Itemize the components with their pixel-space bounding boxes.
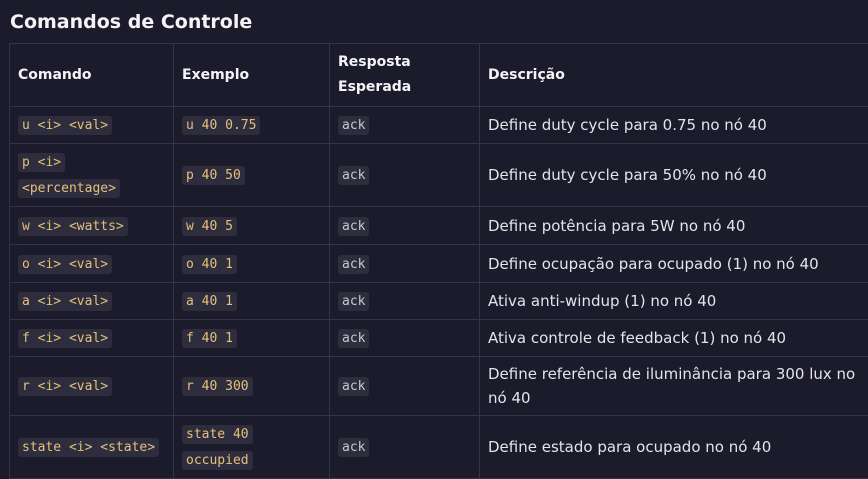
command-code: p <i> <percentage> — [18, 153, 120, 198]
example-cell: p 40 50 — [174, 144, 330, 207]
response-cell: ack — [330, 144, 480, 207]
response-code: ack — [338, 377, 369, 396]
description-cell: Define referência de iluminância para 30… — [480, 357, 868, 416]
command-code: a <i> <val> — [18, 292, 112, 311]
table-row: w <i> <watts> w 40 5 ack Define potência… — [10, 207, 868, 245]
example-cell: r 40 300 — [174, 357, 330, 416]
command-cell: f <i> <val> — [10, 320, 174, 357]
response-code: ack — [338, 166, 369, 185]
column-header-command: Comando — [10, 44, 174, 107]
page-title: Comandos de Controle — [10, 10, 252, 34]
table-row: o <i> <val> o 40 1 ack Define ocupação p… — [10, 245, 868, 283]
example-cell: a 40 1 — [174, 283, 330, 320]
command-cell: o <i> <val> — [10, 245, 174, 283]
column-header-response: Resposta Esperada — [330, 44, 480, 107]
table-row: r <i> <val> r 40 300 ack Define referênc… — [10, 357, 868, 416]
description-cell: Ativa anti-windup (1) no nó 40 — [480, 283, 868, 320]
description-cell: Define potência para 5W no nó 40 — [480, 207, 868, 245]
command-code: o <i> <val> — [18, 255, 112, 274]
command-cell: w <i> <watts> — [10, 207, 174, 245]
description-cell: Define estado para ocupado no nó 40 — [480, 416, 868, 479]
response-cell: ack — [330, 416, 480, 479]
example-code: a 40 1 — [182, 292, 237, 311]
command-code: f <i> <val> — [18, 329, 112, 348]
example-code: p 40 50 — [182, 166, 245, 185]
column-header-description: Descrição — [480, 44, 868, 107]
command-cell: state <i> <state> — [10, 416, 174, 479]
description-cell: Define ocupação para ocupado (1) no nó 4… — [480, 245, 868, 283]
example-cell: w 40 5 — [174, 207, 330, 245]
column-header-example: Exemplo — [174, 44, 330, 107]
example-cell: f 40 1 — [174, 320, 330, 357]
example-cell: state 40 occupied — [174, 416, 330, 479]
response-cell: ack — [330, 207, 480, 245]
response-code: ack — [338, 255, 369, 274]
command-cell: r <i> <val> — [10, 357, 174, 416]
command-code: r <i> <val> — [18, 377, 112, 396]
example-code: r 40 300 — [182, 377, 253, 396]
table-row: a <i> <val> a 40 1 ack Ativa anti-windup… — [10, 283, 868, 320]
command-cell: u <i> <val> — [10, 107, 174, 144]
response-cell: ack — [330, 245, 480, 283]
command-code: u <i> <val> — [18, 116, 112, 135]
response-cell: ack — [330, 320, 480, 357]
response-cell: ack — [330, 283, 480, 320]
command-code: state <i> <state> — [18, 438, 159, 457]
example-code: state 40 occupied — [182, 425, 253, 470]
response-code: ack — [338, 438, 369, 457]
description-cell: Define duty cycle para 50% no nó 40 — [480, 144, 868, 207]
table-header-row: Comando Exemplo Resposta Esperada Descri… — [10, 44, 868, 107]
command-cell: p <i> <percentage> — [10, 144, 174, 207]
example-code: o 40 1 — [182, 255, 237, 274]
response-code: ack — [338, 292, 369, 311]
response-code: ack — [338, 217, 369, 236]
example-code: u 40 0.75 — [182, 116, 260, 135]
command-code: w <i> <watts> — [18, 217, 128, 236]
example-cell: o 40 1 — [174, 245, 330, 283]
response-cell: ack — [330, 357, 480, 416]
response-cell: ack — [330, 107, 480, 144]
command-cell: a <i> <val> — [10, 283, 174, 320]
commands-table: Comando Exemplo Resposta Esperada Descri… — [9, 43, 868, 479]
example-code: w 40 5 — [182, 217, 237, 236]
response-code: ack — [338, 329, 369, 348]
table-row: p <i> <percentage> p 40 50 ack Define du… — [10, 144, 868, 207]
table-row: u <i> <val> u 40 0.75 ack Define duty cy… — [10, 107, 868, 144]
description-cell: Ativa controle de feedback (1) no nó 40 — [480, 320, 868, 357]
table-row: f <i> <val> f 40 1 ack Ativa controle de… — [10, 320, 868, 357]
table-row: state <i> <state> state 40 occupied ack … — [10, 416, 868, 479]
response-code: ack — [338, 116, 369, 135]
example-cell: u 40 0.75 — [174, 107, 330, 144]
example-code: f 40 1 — [182, 329, 237, 348]
description-cell: Define duty cycle para 0.75 no nó 40 — [480, 107, 868, 144]
